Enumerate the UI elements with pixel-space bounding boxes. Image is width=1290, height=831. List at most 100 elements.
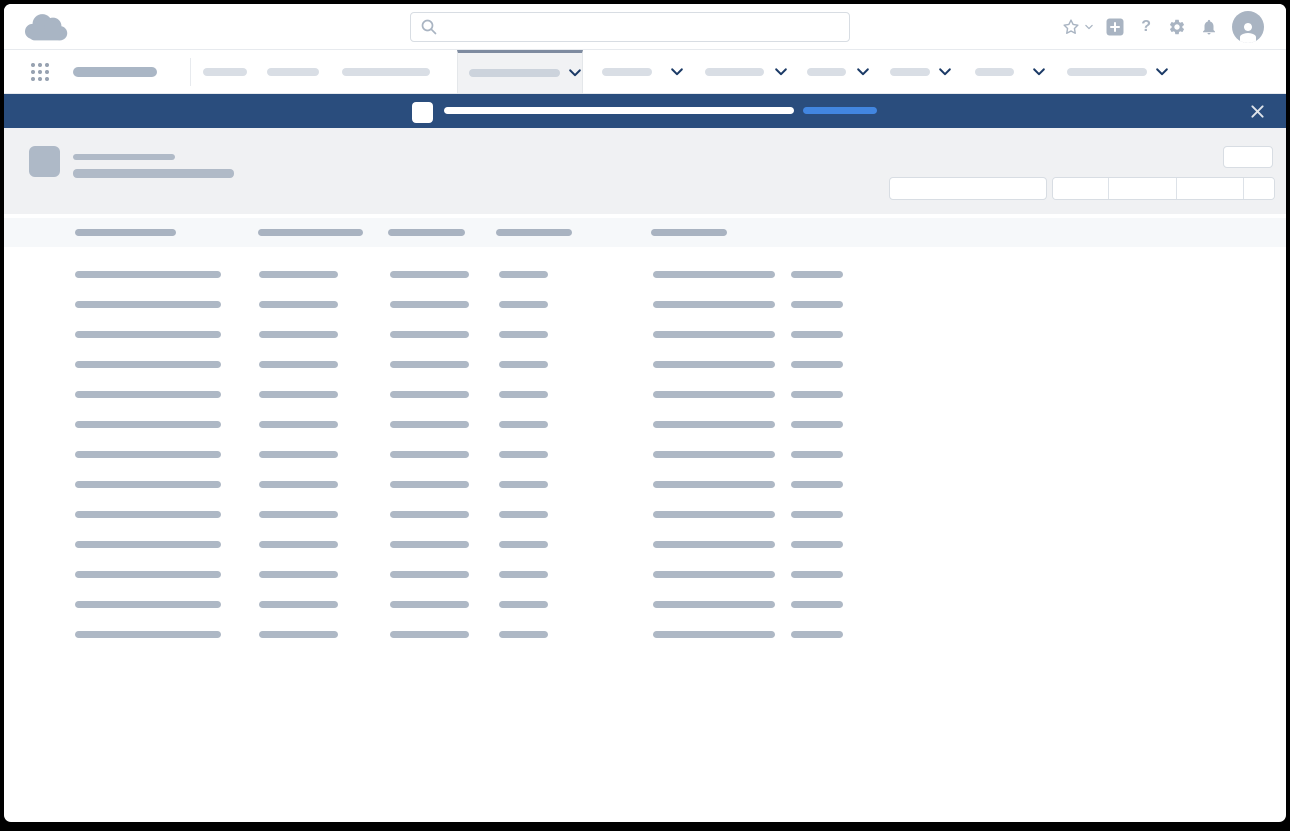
table-row[interactable]	[4, 260, 1286, 290]
quick-add-icon[interactable]	[1106, 18, 1124, 36]
setup-gear-icon[interactable]	[1168, 18, 1186, 36]
table-row[interactable]	[4, 560, 1286, 590]
table-row[interactable]	[4, 440, 1286, 470]
cell-placeholder	[259, 301, 338, 308]
tab-chevron-icon[interactable]	[856, 65, 870, 79]
table-row[interactable]	[4, 290, 1286, 320]
cell-placeholder	[390, 361, 469, 368]
cell-placeholder	[499, 451, 548, 458]
tab-chevron-icon[interactable]	[774, 65, 788, 79]
table-row[interactable]	[4, 590, 1286, 620]
global-header: ?	[4, 4, 1286, 50]
cell-placeholder	[653, 361, 775, 368]
list-group-button-4[interactable]	[1243, 178, 1274, 199]
cell-placeholder	[791, 421, 843, 428]
table-row[interactable]	[4, 620, 1286, 650]
nav-tab-10[interactable]	[1067, 68, 1147, 76]
cell-placeholder	[75, 571, 221, 578]
tab-chevron-icon[interactable]	[1032, 65, 1046, 79]
app-window: ?	[4, 4, 1286, 822]
cell-placeholder	[791, 301, 843, 308]
global-search-input[interactable]	[444, 20, 840, 35]
table-row[interactable]	[4, 530, 1286, 560]
favorites-chevron-icon[interactable]	[1084, 22, 1094, 32]
table-row[interactable]	[4, 500, 1286, 530]
nav-tab-selected[interactable]	[457, 50, 583, 94]
close-icon[interactable]	[1250, 104, 1265, 119]
nav-tab-9[interactable]	[975, 68, 1014, 76]
cell-placeholder	[390, 451, 469, 458]
help-icon[interactable]: ?	[1141, 19, 1151, 35]
cell-placeholder	[75, 631, 221, 638]
nav-tab-strip	[4, 50, 1286, 93]
cell-placeholder	[75, 301, 221, 308]
cell-placeholder	[259, 361, 338, 368]
cell-placeholder	[390, 391, 469, 398]
cell-placeholder	[653, 301, 775, 308]
column-header-placeholder[interactable]	[258, 229, 363, 236]
nav-bar	[4, 50, 1286, 94]
column-header-placeholder[interactable]	[651, 229, 727, 236]
page-subtitle-placeholder	[73, 169, 234, 178]
tab-chevron-icon[interactable]	[568, 66, 582, 80]
nav-tab-1[interactable]	[203, 68, 247, 76]
banner-link-placeholder[interactable]	[803, 107, 877, 114]
cell-placeholder	[791, 391, 843, 398]
cell-placeholder	[653, 541, 775, 548]
cell-placeholder	[259, 271, 338, 278]
global-search-box	[410, 12, 850, 42]
cell-placeholder	[390, 421, 469, 428]
nav-tab-5[interactable]	[602, 68, 652, 76]
announcement-banner	[4, 94, 1286, 128]
list-action-button[interactable]	[1223, 146, 1273, 168]
cell-placeholder	[499, 481, 548, 488]
cell-placeholder	[653, 481, 775, 488]
cell-placeholder	[390, 631, 469, 638]
cell-placeholder	[75, 481, 221, 488]
table-row[interactable]	[4, 320, 1286, 350]
list-group-button-1[interactable]	[1053, 178, 1108, 199]
nav-tab-7[interactable]	[807, 68, 846, 76]
banner-checkbox[interactable]	[412, 102, 433, 123]
cell-placeholder	[499, 331, 548, 338]
cell-placeholder	[75, 511, 221, 518]
list-button-group	[1052, 177, 1275, 200]
column-header-placeholder[interactable]	[75, 229, 176, 236]
column-header-placeholder[interactable]	[496, 229, 572, 236]
cell-placeholder	[499, 631, 548, 638]
list-group-button-2[interactable]	[1108, 178, 1176, 199]
table-row[interactable]	[4, 470, 1286, 500]
favorites-star-icon[interactable]	[1061, 17, 1081, 37]
list-group-button-3[interactable]	[1176, 178, 1243, 199]
cell-placeholder	[791, 631, 843, 638]
nav-tab-3[interactable]	[342, 68, 430, 76]
cell-placeholder	[653, 601, 775, 608]
nav-tab-8[interactable]	[890, 68, 930, 76]
user-avatar-icon[interactable]	[1232, 11, 1264, 43]
cell-placeholder	[499, 601, 548, 608]
cell-placeholder	[75, 421, 221, 428]
cell-placeholder	[791, 511, 843, 518]
table-row[interactable]	[4, 410, 1286, 440]
cell-placeholder	[75, 331, 221, 338]
search-icon	[420, 18, 438, 36]
cell-placeholder	[653, 631, 775, 638]
nav-tab-2[interactable]	[267, 68, 319, 76]
column-header-placeholder[interactable]	[388, 229, 465, 236]
tab-chevron-icon[interactable]	[1155, 65, 1169, 79]
cell-placeholder	[653, 421, 775, 428]
cell-placeholder	[259, 421, 338, 428]
cell-placeholder	[259, 331, 338, 338]
cell-placeholder	[390, 331, 469, 338]
cell-placeholder	[259, 541, 338, 548]
cell-placeholder	[390, 301, 469, 308]
tab-chevron-icon[interactable]	[670, 65, 684, 79]
table-row[interactable]	[4, 350, 1286, 380]
tab-chevron-icon[interactable]	[938, 65, 952, 79]
nav-tab-6[interactable]	[705, 68, 764, 76]
cell-placeholder	[791, 541, 843, 548]
list-search-input[interactable]	[889, 177, 1047, 200]
banner-message-placeholder	[444, 107, 794, 114]
notification-bell-icon[interactable]	[1200, 18, 1218, 36]
table-row[interactable]	[4, 380, 1286, 410]
